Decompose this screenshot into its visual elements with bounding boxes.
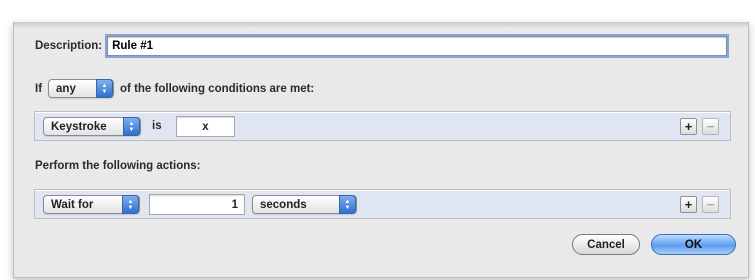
actions-label: Perform the following actions: <box>35 160 201 172</box>
condition-field-value: Keystroke <box>51 120 107 133</box>
if-label: If <box>35 82 43 95</box>
action-type-popup[interactable]: Wait for ▲ ▼ <box>43 195 140 214</box>
remove-condition-button[interactable]: − <box>702 118 719 135</box>
action-row: Wait for ▲ ▼ 1 seconds ▲ ▼ + − <box>34 189 731 219</box>
popup-arrows-icon: ▲ ▼ <box>123 117 140 136</box>
description-row: Description: <box>35 36 728 56</box>
popup-arrows-icon: ▲ ▼ <box>122 195 139 214</box>
match-type-popup[interactable]: any ▲ ▼ <box>48 79 115 98</box>
wait-amount-field[interactable]: 1 <box>149 194 245 215</box>
popup-arrows-icon: ▲ ▼ <box>339 195 356 214</box>
add-action-button[interactable]: + <box>680 196 697 213</box>
condition-value-field[interactable]: x <box>176 116 235 137</box>
conditions-met-label: of the following conditions are met: <box>120 82 315 95</box>
rule-editor-sheet: Description: If any ▲▼ of the following … <box>13 22 749 278</box>
condition-operator-label: is <box>152 120 162 132</box>
condition-row: Keystroke ▲ ▼ is x + − <box>34 111 731 141</box>
time-unit-value: seconds <box>260 198 307 211</box>
description-label: Description: <box>35 40 103 52</box>
description-input[interactable] <box>107 36 728 56</box>
time-unit-popup[interactable]: seconds ▲ ▼ <box>252 195 357 214</box>
actions-header: Perform the following actions: <box>35 160 200 172</box>
action-type-value: Wait for <box>51 198 94 211</box>
add-condition-button[interactable]: + <box>680 118 697 135</box>
match-type-value: any <box>56 82 76 95</box>
condition-header: If any ▲ ▼ of the following conditions ar… <box>35 79 314 98</box>
condition-value-text: x <box>202 120 209 133</box>
popup-arrows-icon: ▲ ▼ <box>96 79 114 98</box>
remove-action-button[interactable]: − <box>702 196 719 213</box>
cancel-button[interactable]: Cancel <box>572 234 640 255</box>
ok-button[interactable]: OK <box>651 234 736 255</box>
condition-field-popup[interactable]: Keystroke ▲ ▼ <box>43 117 141 136</box>
wait-amount-text: 1 <box>231 198 238 211</box>
